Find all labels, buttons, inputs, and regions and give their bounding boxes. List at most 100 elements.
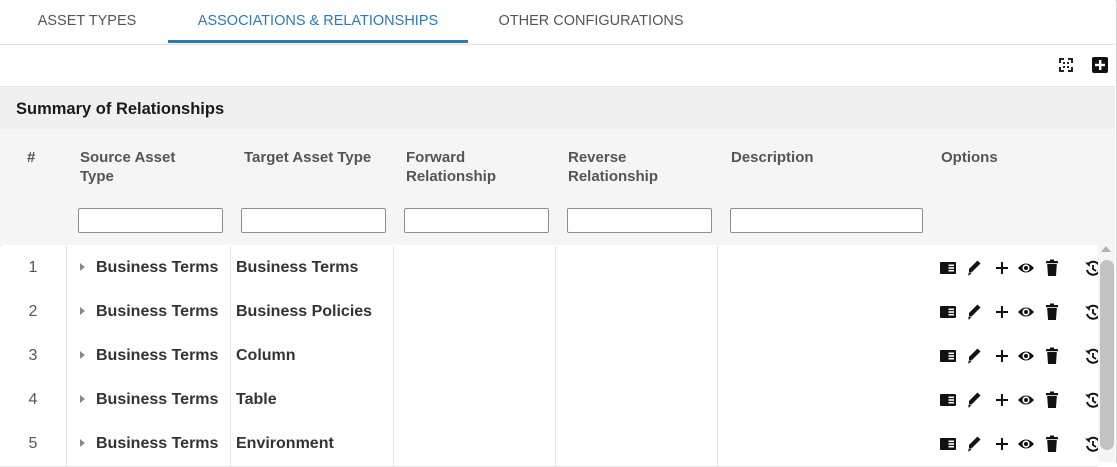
view-icon[interactable] <box>1017 434 1035 454</box>
reverse-relationship-cell <box>568 378 708 422</box>
add-icon[interactable] <box>995 302 1009 322</box>
column-header-forward-line1: Forward <box>406 149 466 166</box>
reverse-filter-input[interactable] <box>567 208 712 233</box>
source-asset-type: Business Terms <box>96 391 219 408</box>
details-icon[interactable] <box>940 302 956 322</box>
column-divider <box>66 378 67 422</box>
source-filter-input[interactable] <box>78 208 223 233</box>
description-cell <box>731 422 921 466</box>
tab-asset-types[interactable]: ASSET TYPES <box>20 0 154 42</box>
source-asset-type: Business Terms <box>96 303 219 320</box>
column-header-target-asset-type[interactable]: Target Asset Type <box>244 148 371 167</box>
column-divider <box>66 290 67 334</box>
column-divider <box>555 290 556 334</box>
expand-caret-icon[interactable] <box>80 438 85 447</box>
scrollbar-thumb[interactable] <box>1100 260 1114 450</box>
column-header-description[interactable]: Description <box>731 148 814 167</box>
description-cell <box>731 378 921 422</box>
source-asset-type: Business Terms <box>96 259 219 276</box>
edit-icon[interactable] <box>966 346 982 366</box>
target-filter-input[interactable] <box>241 208 386 233</box>
add-square-icon[interactable] <box>1091 56 1109 74</box>
view-icon[interactable] <box>1017 346 1035 366</box>
view-icon[interactable] <box>1017 258 1035 278</box>
tab-other-configurations[interactable]: OTHER CONFIGURATIONS <box>486 0 696 42</box>
source-asset-type-cell[interactable]: Business Terms <box>66 246 230 290</box>
expand-caret-icon[interactable] <box>80 306 85 315</box>
table-row[interactable]: 4 Business Terms Table <box>0 378 1101 423</box>
source-asset-type: Business Terms <box>96 435 219 452</box>
column-divider <box>393 334 394 378</box>
column-header-options: Options <box>941 149 998 166</box>
tab-associations-relationships[interactable]: ASSOCIATIONS & RELATIONSHIPS <box>168 0 468 43</box>
edit-icon[interactable] <box>966 302 982 322</box>
column-divider <box>555 378 556 422</box>
summary-title: Summary of Relationships <box>16 100 225 118</box>
edit-icon[interactable] <box>966 434 982 454</box>
table-header: # Source Asset Type Target Asset Type Fo… <box>0 129 1098 245</box>
expand-caret-icon[interactable] <box>80 262 85 271</box>
details-icon[interactable] <box>940 346 956 366</box>
column-header-reverse-line1: Reverse <box>568 149 627 166</box>
delete-icon[interactable] <box>1046 302 1058 322</box>
expand-icon[interactable] <box>1057 56 1075 74</box>
details-icon[interactable] <box>940 434 956 454</box>
table-row[interactable]: 1 Business Terms Business Terms <box>0 246 1101 291</box>
delete-icon[interactable] <box>1046 434 1058 454</box>
expand-caret-icon[interactable] <box>80 394 85 403</box>
scroll-up-arrow-icon[interactable] <box>1101 246 1111 252</box>
summary-header: Summary of Relationships <box>0 87 1115 129</box>
tab-bar: ASSET TYPES ASSOCIATIONS & RELATIONSHIPS… <box>0 0 1115 45</box>
column-divider <box>555 422 556 466</box>
add-icon[interactable] <box>995 434 1009 454</box>
expand-caret-icon[interactable] <box>80 350 85 359</box>
column-header-source-line2: Type <box>80 168 114 185</box>
toolbar <box>0 45 1115 87</box>
forward-filter-input[interactable] <box>404 208 549 233</box>
column-divider <box>717 246 718 290</box>
edit-icon[interactable] <box>966 390 982 410</box>
column-header-forward-relationship[interactable]: Forward Relationship <box>406 148 496 186</box>
forward-relationship-cell <box>406 290 546 334</box>
column-divider <box>717 378 718 422</box>
reverse-relationship-cell <box>568 246 708 290</box>
add-icon[interactable] <box>995 390 1009 410</box>
details-icon[interactable] <box>940 258 956 278</box>
view-icon[interactable] <box>1017 302 1035 322</box>
column-divider <box>230 290 231 334</box>
delete-icon[interactable] <box>1046 258 1058 278</box>
source-asset-type-cell[interactable]: Business Terms <box>66 378 230 422</box>
add-icon[interactable] <box>995 258 1009 278</box>
description-cell <box>731 246 921 290</box>
reverse-relationship-cell <box>568 334 708 378</box>
column-divider <box>230 334 231 378</box>
source-asset-type-cell[interactable]: Business Terms <box>66 290 230 334</box>
details-icon[interactable] <box>940 390 956 410</box>
row-number: 2 <box>28 303 38 320</box>
add-icon[interactable] <box>995 346 1009 366</box>
table-row[interactable]: 5 Business Terms Environment <box>0 422 1101 467</box>
column-divider <box>555 246 556 290</box>
table-row[interactable]: 2 Business Terms Business Policies <box>0 290 1101 335</box>
source-asset-type-cell[interactable]: Business Terms <box>66 334 230 378</box>
delete-icon[interactable] <box>1046 346 1058 366</box>
target-asset-type: Business Terms <box>236 259 359 276</box>
table-row[interactable]: 3 Business Terms Column <box>0 334 1101 379</box>
delete-icon[interactable] <box>1046 390 1058 410</box>
target-asset-type: Column <box>236 347 296 364</box>
edit-icon[interactable] <box>966 258 982 278</box>
reverse-relationship-cell <box>568 290 708 334</box>
view-icon[interactable] <box>1017 390 1035 410</box>
column-divider <box>717 290 718 334</box>
column-divider <box>717 422 718 466</box>
column-header-source-asset-type[interactable]: Source Asset Type <box>80 148 175 186</box>
description-filter-input[interactable] <box>730 208 923 233</box>
column-header-reverse-relationship[interactable]: Reverse Relationship <box>568 148 658 186</box>
column-divider <box>66 422 67 466</box>
source-asset-type-cell[interactable]: Business Terms <box>66 422 230 466</box>
description-cell <box>731 290 921 334</box>
column-header-number: # <box>27 149 36 166</box>
source-asset-type: Business Terms <box>96 347 219 364</box>
target-asset-type: Business Policies <box>236 303 373 320</box>
row-number: 4 <box>28 391 38 408</box>
